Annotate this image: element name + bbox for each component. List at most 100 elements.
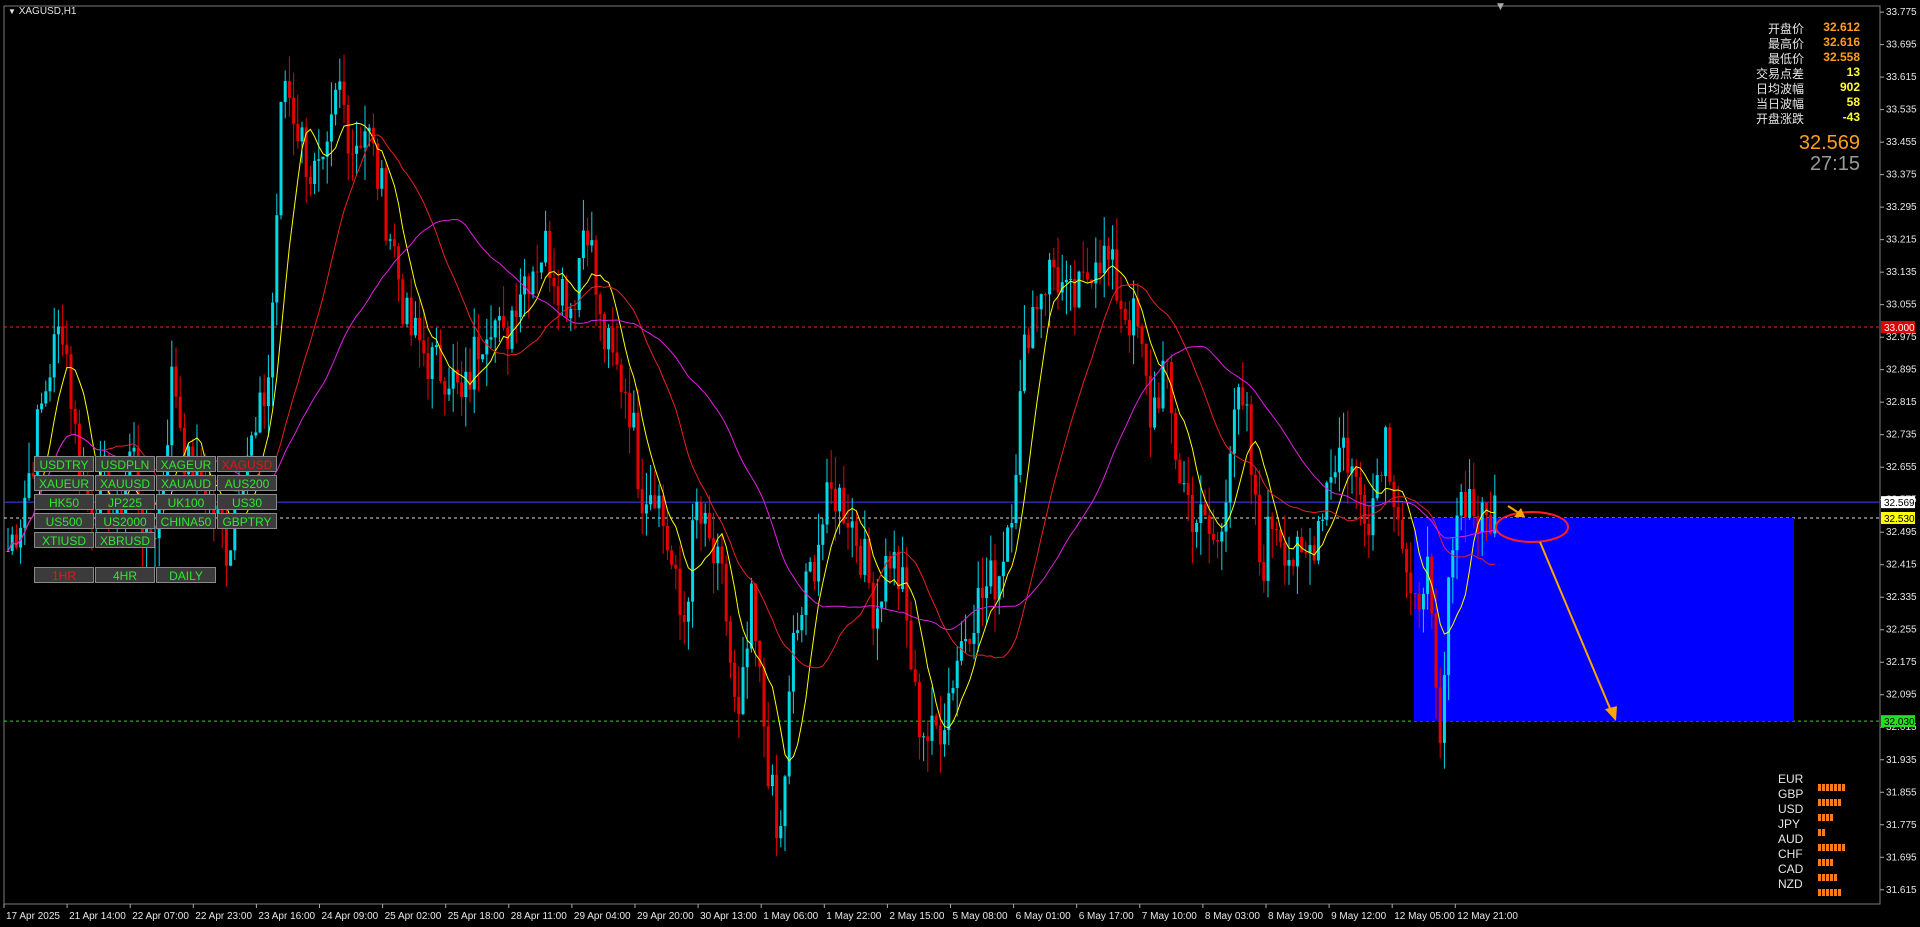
currency-label: CHF bbox=[1778, 847, 1803, 861]
currency-label: JPY bbox=[1778, 817, 1801, 831]
candle-body bbox=[783, 776, 787, 827]
scroll-marker-icon[interactable]: ▼ bbox=[1497, 2, 1504, 12]
currency-strength-bar bbox=[1818, 836, 1846, 851]
candle-body bbox=[502, 316, 506, 328]
candle-body bbox=[250, 435, 254, 456]
strength-segment bbox=[1818, 859, 1821, 866]
strength-segment bbox=[1822, 784, 1825, 791]
candle-body bbox=[1119, 300, 1123, 309]
candle-body bbox=[65, 344, 69, 355]
candle-body bbox=[275, 215, 279, 303]
symbol-button-xauusd[interactable]: XAUUSD bbox=[95, 475, 155, 491]
candle-body bbox=[283, 80, 287, 103]
strength-segment bbox=[1822, 799, 1825, 806]
candle-body bbox=[1371, 498, 1375, 536]
candle-body bbox=[1035, 307, 1039, 310]
level-label-red: 33.000 bbox=[1884, 323, 1915, 334]
candle-body bbox=[1039, 294, 1043, 310]
candle-body bbox=[796, 630, 800, 633]
symbol-button-xbrusd[interactable]: XBRUSD bbox=[95, 532, 155, 548]
symbol-button-hk50[interactable]: HK50 bbox=[34, 494, 94, 510]
x-tick-label: 6 May 17:00 bbox=[1079, 911, 1134, 922]
plot-border bbox=[3, 5, 1881, 905]
currency-strength-bar bbox=[1818, 851, 1834, 866]
candle-body bbox=[1342, 437, 1346, 448]
y-tick-label: 33.055 bbox=[1886, 300, 1917, 311]
symbol-button-jp225[interactable]: JP225 bbox=[95, 494, 155, 510]
candle-body bbox=[598, 294, 602, 315]
candle-body bbox=[1388, 427, 1392, 482]
candle-body bbox=[443, 381, 447, 395]
candle-body bbox=[1438, 687, 1442, 743]
price-chart[interactable]: 33.775 33.695 33.615 33.535 33.455 33.375 33.2… bbox=[0, 0, 1920, 927]
candle-body bbox=[472, 336, 476, 390]
candle-body bbox=[1396, 507, 1400, 520]
timeframe-button-4hr[interactable]: 4HR bbox=[95, 567, 155, 583]
symbol-button-us30[interactable]: US30 bbox=[217, 494, 277, 510]
strength-segment bbox=[1822, 844, 1825, 851]
symbol-button-us2000[interactable]: US2000 bbox=[95, 513, 155, 529]
candle-body bbox=[493, 320, 497, 338]
symbol-button-xauaud[interactable]: XAUAUD bbox=[156, 475, 216, 491]
symbol-button-xtiusd[interactable]: XTIUSD bbox=[34, 532, 94, 548]
timeframe-button-daily[interactable]: DAILY bbox=[156, 567, 216, 583]
candle-body bbox=[712, 538, 716, 564]
candle-body bbox=[1153, 397, 1157, 428]
symbol-button-xageur[interactable]: XAGEUR bbox=[156, 456, 216, 472]
strength-segment bbox=[1826, 814, 1829, 821]
candle-body bbox=[1379, 475, 1383, 477]
candle-body bbox=[174, 366, 178, 397]
x-tick-label: 25 Apr 02:00 bbox=[385, 911, 442, 922]
dropdown-icon[interactable]: ▼ bbox=[8, 7, 16, 16]
candle-body bbox=[1081, 271, 1085, 273]
y-tick-label: 33.535 bbox=[1886, 105, 1917, 116]
strength-segment bbox=[1830, 814, 1833, 821]
symbol-button-xaueur[interactable]: XAUEUR bbox=[34, 475, 94, 491]
symbol-button-usdtry[interactable]: USDTRY bbox=[34, 456, 94, 472]
candle-body bbox=[1174, 413, 1178, 460]
candle-body bbox=[699, 502, 703, 524]
candle-body bbox=[934, 715, 938, 726]
x-tick-label: 9 May 12:00 bbox=[1331, 911, 1386, 922]
candle-body bbox=[1346, 437, 1350, 473]
candle-body bbox=[287, 80, 291, 98]
candle-body bbox=[661, 495, 665, 526]
symbol-button-xagusd[interactable]: XAGUSD bbox=[217, 456, 277, 472]
candle-body bbox=[737, 696, 741, 715]
chart-title: XAGUSD,H1 bbox=[18, 6, 77, 17]
candle-body bbox=[1329, 477, 1333, 483]
candle-body bbox=[229, 550, 233, 566]
timeframe-button-1hr[interactable]: 1HR bbox=[34, 567, 94, 583]
y-tick-label: 32.495 bbox=[1886, 527, 1917, 538]
symbol-button-aus200[interactable]: AUS200 bbox=[217, 475, 277, 491]
candle-body bbox=[271, 302, 275, 378]
level-label-white: 32.530 bbox=[1884, 514, 1915, 525]
symbol-button-usdpln[interactable]: USDPLN bbox=[95, 456, 155, 472]
candle-body bbox=[720, 546, 724, 564]
candle-body bbox=[1375, 475, 1379, 499]
candle-body bbox=[938, 725, 942, 745]
candle-body bbox=[762, 667, 766, 727]
symbol-button-uk100[interactable]: UK100 bbox=[156, 494, 216, 510]
candle-body bbox=[1434, 613, 1438, 688]
candle-body bbox=[1052, 259, 1056, 268]
candle-body bbox=[44, 391, 48, 404]
candle-body bbox=[1337, 447, 1341, 473]
candle-body bbox=[1413, 593, 1417, 595]
symbol-button-gbptry[interactable]: GBPTRY bbox=[217, 513, 277, 529]
candle-body bbox=[397, 246, 401, 280]
chart-window[interactable]: 33.775 33.695 33.615 33.535 33.455 33.375 33.2… bbox=[0, 0, 1920, 927]
strength-segment bbox=[1830, 784, 1833, 791]
y-tick-label: 33.775 bbox=[1886, 7, 1917, 18]
candle-body bbox=[321, 156, 325, 160]
candle-body bbox=[674, 564, 678, 569]
candle-body bbox=[392, 239, 396, 247]
candle-body bbox=[741, 667, 745, 715]
symbol-button-china50[interactable]: CHINA50 bbox=[156, 513, 216, 529]
candle-body bbox=[52, 334, 56, 378]
strength-segment bbox=[1834, 799, 1837, 806]
symbol-button-us500[interactable]: US500 bbox=[34, 513, 94, 529]
x-tick-label: 21 Apr 14:00 bbox=[69, 911, 126, 922]
info-value: -43 bbox=[1842, 110, 1860, 124]
y-tick-label: 31.775 bbox=[1886, 820, 1917, 831]
